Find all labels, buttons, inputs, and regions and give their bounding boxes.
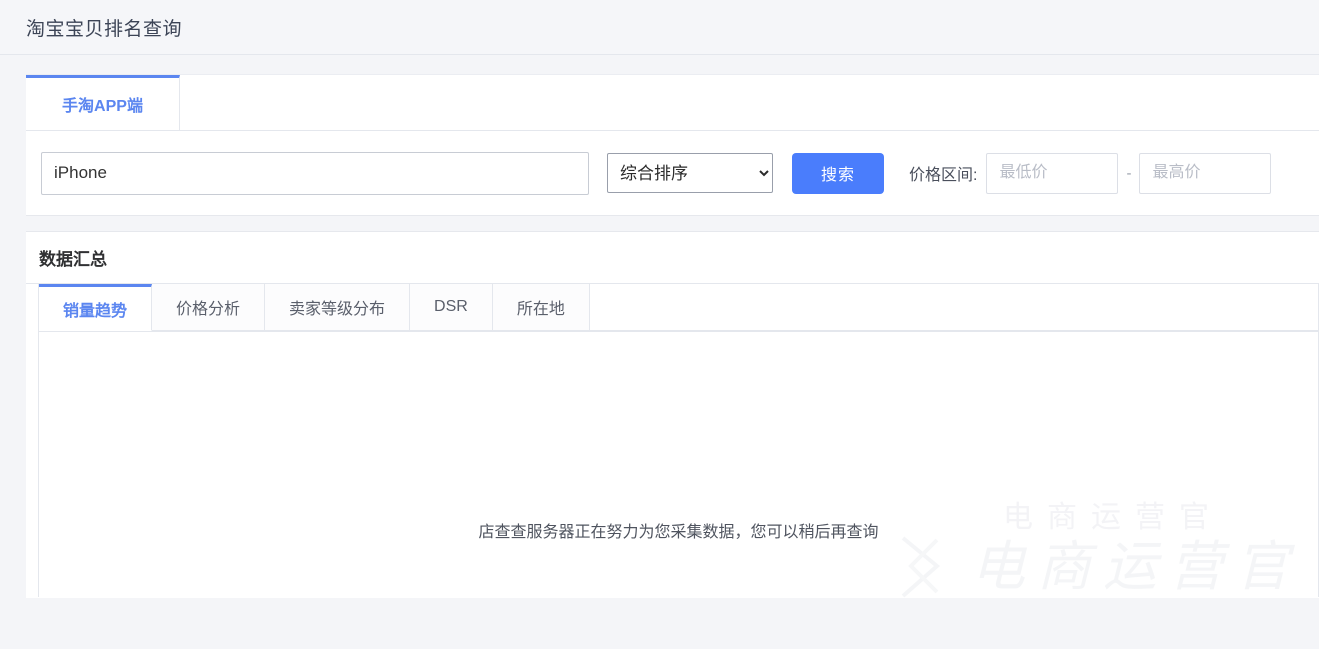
empty-state-message: 店查查服务器正在努力为您采集数据，您可以稍后再查询 [478, 524, 879, 541]
tab-sales-trend[interactable]: 销量趋势 [39, 284, 153, 331]
search-row: 综合排序 搜索 价格区间: - [26, 131, 1319, 215]
price-range-label: 价格区间: [909, 167, 978, 184]
platform-tabbar-filler [180, 75, 1319, 130]
tab-location[interactable]: 所在地 [492, 284, 590, 331]
tab-shoutao-app[interactable]: 手淘APP端 [26, 75, 180, 130]
price-max-input[interactable] [1139, 152, 1272, 194]
page-title: 淘宝宝贝排名查询 [26, 18, 183, 40]
tab-seller-level-distribution-label: 卖家等级分布 [289, 301, 386, 318]
header-spacer [0, 55, 1319, 74]
tab-seller-level-distribution[interactable]: 卖家等级分布 [265, 284, 411, 331]
tab-location-label: 所在地 [516, 301, 565, 318]
data-summary-panel-body: 店查查服务器正在努力为您采集数据，您可以稍后再查询 [39, 332, 1318, 597]
tab-price-analysis-label: 价格分析 [176, 301, 241, 318]
price-min-input[interactable] [986, 152, 1119, 194]
tab-price-analysis[interactable]: 价格分析 [152, 284, 266, 331]
data-summary-tabbar-filler [589, 284, 1318, 331]
search-button[interactable]: 搜索 [792, 152, 884, 194]
data-summary-tabbar: 销量趋势 价格分析 卖家等级分布 DSR 所在地 [39, 284, 1318, 332]
data-summary-card: 数据汇总 销量趋势 价格分析 卖家等级分布 DSR 所在地 店查查服务器正在努力… [26, 232, 1319, 598]
price-range-separator: - [1126, 164, 1132, 182]
data-summary-title: 数据汇总 [26, 232, 1319, 284]
page-header: 淘宝宝贝排名查询 [0, 0, 1319, 55]
card-spacer [26, 215, 1319, 232]
search-input[interactable] [41, 151, 589, 195]
tab-sales-trend-label: 销量趋势 [63, 302, 128, 320]
tab-dsr-label: DSR [434, 298, 468, 315]
data-summary-panel: 销量趋势 价格分析 卖家等级分布 DSR 所在地 店查查服务器正在努力为您采集数… [38, 284, 1319, 597]
search-card: 手淘APP端 综合排序 搜索 价格区间: - [26, 74, 1319, 215]
tab-shoutao-app-label: 手淘APP端 [62, 98, 143, 115]
tab-dsr[interactable]: DSR [410, 284, 493, 331]
platform-tabbar: 手淘APP端 [26, 75, 1319, 131]
sort-select[interactable]: 综合排序 [607, 153, 773, 193]
